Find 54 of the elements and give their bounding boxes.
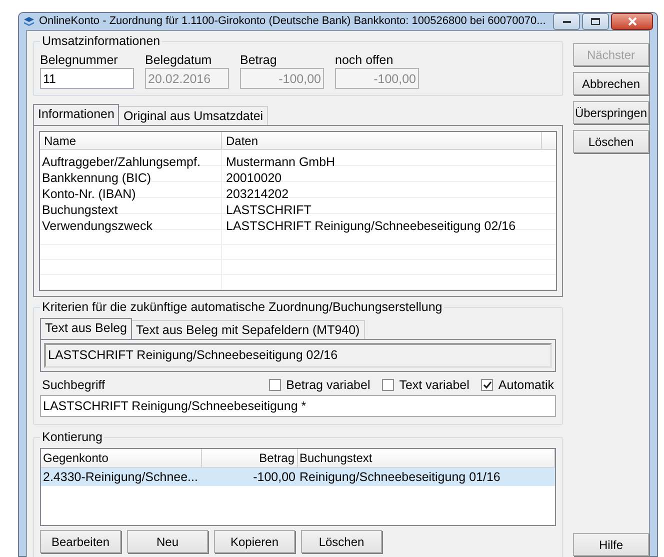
column-header[interactable]: Gegenkonto (41, 449, 202, 467)
column-header[interactable]: Betrag (202, 449, 298, 467)
field-label: noch offen (335, 52, 394, 68)
dialog-button[interactable]: Überspringen (573, 101, 649, 124)
tab[interactable]: Text aus Beleg mit Sepafeldern (MT940) (132, 320, 365, 339)
minimize-button[interactable] (553, 13, 580, 30)
column-header[interactable]: Name (40, 132, 222, 149)
checkbox[interactable]: Betrag variabel (269, 377, 370, 393)
table-cell: Mustermann GmbH (226, 155, 336, 169)
column-header[interactable]: Daten (222, 132, 542, 149)
table-cell: LASTSCHRIFT Reinigung/Schneebeseitigung 02/16 (226, 219, 516, 233)
table-cell: Konto-Nr. (IBAN) (42, 187, 136, 201)
table-cell: Verwendungszweck (42, 219, 152, 233)
table-cell-text: 2.4330-Reinigung/Schnee... (42, 469, 199, 486)
field-label: Betrag (240, 52, 278, 68)
dialog-button[interactable]: Neu (127, 530, 208, 553)
checkbox-box[interactable] (382, 379, 394, 391)
tab[interactable]: Original aus Umsatzdatei (119, 106, 268, 125)
checkbox[interactable]: Automatik (481, 377, 554, 393)
column-header[interactable]: Buchungstext (298, 449, 555, 467)
table-cell-text: -100,00 (252, 469, 296, 486)
field-label: Belegnummer (40, 52, 119, 68)
text-field[interactable]: 11 (40, 68, 134, 89)
table-cell: Auftraggeber/Zahlungsempf. (42, 155, 200, 169)
checkbox-box[interactable] (481, 379, 494, 391)
checkbox-box[interactable] (269, 379, 282, 391)
window-title: OnlineKonto - Zuordnung für 1.1100-Girokonto (Deutsche Bank) Bankkonto: 100526800 bei 60070070... (39, 14, 547, 30)
stack-icon (23, 16, 35, 28)
dialog-button[interactable]: Löschen (301, 530, 382, 553)
group-title: Kriterien für die zukünftige automatische Zuordnung/Buchungserstellung (40, 299, 444, 315)
dialog-button[interactable]: Bearbeiten (40, 530, 121, 553)
dialog-button[interactable]: Abbrechen (573, 72, 649, 95)
close-button[interactable] (611, 13, 653, 30)
close-icon (628, 17, 636, 26)
table-row[interactable]: 2.4330-Reinigung/Schnee... -100,00 Reinigung/Schneebeseitigung 01/16 (41, 468, 555, 486)
table-cell: Buchungstext (42, 203, 118, 217)
dialog-button[interactable]: Hilfe (573, 533, 649, 556)
maximize-button[interactable] (582, 13, 609, 30)
tab[interactable]: Text aus Beleg (40, 318, 132, 339)
table-cell: Bankkennung (BIC) (42, 171, 152, 185)
table-cell-text: Reinigung/Schneebeseitigung 01/16 (298, 469, 502, 486)
field-label: Belegdatum (145, 52, 213, 68)
field-label: Suchbegriff (41, 377, 106, 393)
dialog-button[interactable]: Löschen (573, 130, 649, 153)
table-cell: 203214202 (226, 187, 289, 201)
table-cell: 20010020 (226, 171, 282, 185)
text-display: LASTSCHRIFT Reinigung/Schneebeseitigung 02/16 (44, 343, 552, 368)
checkbox[interactable]: Text variabel (382, 377, 470, 393)
dialog-button[interactable]: Kopieren (214, 530, 295, 553)
tab[interactable]: Informationen (33, 104, 120, 125)
search-field[interactable]: LASTSCHRIFT Reinigung/Schneebeseitigung * (40, 395, 556, 417)
table-cell: LASTSCHRIFT (226, 203, 312, 217)
checkmark-icon (482, 381, 492, 389)
group-title: Kontierung (40, 429, 104, 445)
